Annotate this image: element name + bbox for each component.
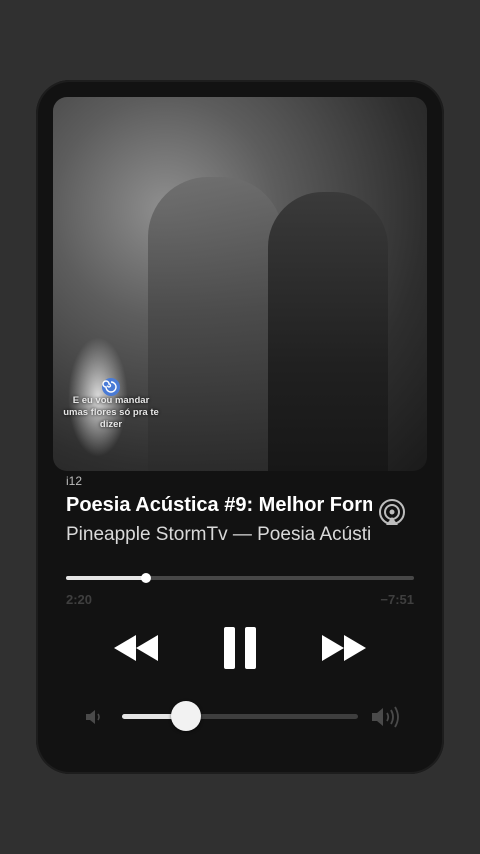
remaining-time: −7:51: [380, 592, 414, 607]
pause-icon[interactable]: [222, 627, 258, 669]
track-subtitle[interactable]: Pineapple StormTv — Poesia Acústica: [66, 524, 372, 546]
fast-forward-icon[interactable]: [320, 633, 368, 663]
artwork-figure-left: [148, 177, 283, 471]
volume-high-icon: [372, 706, 399, 728]
volume-slider[interactable]: [122, 701, 358, 731]
spiral-icon: [102, 378, 120, 396]
progress-knob[interactable]: [141, 573, 152, 583]
artwork-figure-right: [268, 192, 388, 471]
rewind-icon[interactable]: [112, 633, 160, 663]
progress-fill: [66, 576, 147, 580]
airplay-icon[interactable]: [378, 498, 406, 526]
progress-bar[interactable]: [66, 573, 414, 583]
volume-knob[interactable]: [170, 701, 201, 731]
elapsed-time: 2:20: [66, 592, 93, 607]
track-title: Poesia Acústica #9: Melhor Forma: [66, 494, 372, 516]
volume-low-icon: [86, 710, 100, 724]
track-label: i12: [66, 474, 83, 488]
artwork-lyric-text: E eu vou mandar umas flores só pra te di…: [63, 395, 159, 430]
